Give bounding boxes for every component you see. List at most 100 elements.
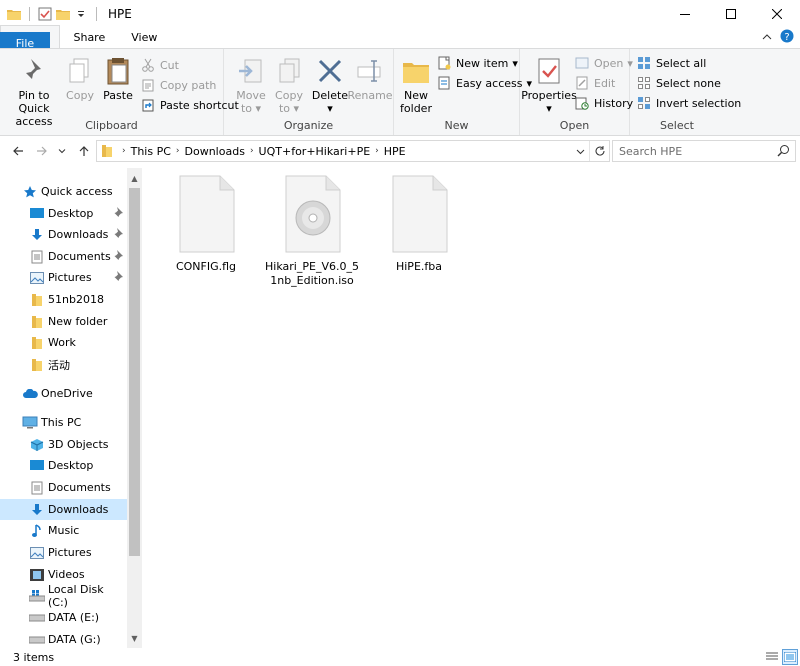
nav-quick-access[interactable]: Quick access: [0, 181, 127, 202]
maximize-button[interactable]: [708, 0, 754, 28]
documents-icon: [29, 480, 45, 496]
maximize-icon: [726, 9, 736, 19]
up-button[interactable]: [76, 143, 92, 159]
new-folder-button[interactable]: New folder: [398, 55, 434, 115]
copy-to-button[interactable]: Copy to ▾: [270, 55, 308, 115]
nav-new-folder[interactable]: New folder: [0, 311, 127, 332]
divider: [29, 7, 30, 21]
delete-button[interactable]: Delete ▾: [312, 55, 348, 115]
open-button[interactable]: Open ▾: [574, 53, 633, 73]
file-item-hipe[interactable]: HiPE.fba: [371, 174, 467, 274]
breadcrumb-downloads[interactable]: Downloads: [185, 145, 245, 158]
collapse-ribbon-icon[interactable]: [762, 31, 772, 44]
file-item-config[interactable]: CONFIG.flg: [158, 174, 254, 274]
folder-icon: [29, 335, 45, 351]
nav-data-g[interactable]: DATA (G:): [0, 629, 127, 648]
help-icon[interactable]: ?: [780, 29, 794, 46]
search-icon[interactable]: [777, 144, 790, 160]
documents-icon: [29, 249, 45, 265]
pin-to-quick-access-button[interactable]: Pin to Quick access: [4, 55, 64, 128]
large-icons-view-button[interactable]: [782, 649, 798, 665]
divider: [96, 7, 97, 21]
details-view-button[interactable]: [764, 649, 780, 665]
nav-3d-objects[interactable]: 3D Objects: [0, 434, 127, 455]
pin-icon[interactable]: [113, 207, 123, 220]
file-item-iso[interactable]: Hikari_PE_V6.0_51nb_Edition.iso: [264, 174, 360, 288]
scroll-thumb[interactable]: [129, 188, 140, 556]
close-button[interactable]: [754, 0, 800, 28]
new-item-button[interactable]: New item ▾: [436, 53, 518, 73]
easy-access-button[interactable]: Easy access ▾: [436, 73, 532, 93]
invert-selection-button[interactable]: Invert selection: [636, 93, 741, 113]
new-folder-icon[interactable]: [55, 6, 71, 22]
customize-dropdown-icon[interactable]: [73, 6, 89, 22]
breadcrumb-chevron-icon[interactable]: ›: [176, 146, 180, 156]
tab-share[interactable]: Share: [60, 26, 118, 48]
properties-icon: [533, 55, 565, 87]
paste-button[interactable]: Paste: [100, 55, 136, 102]
nav-pc-pictures[interactable]: Pictures: [0, 542, 127, 563]
recent-locations-button[interactable]: [54, 143, 70, 159]
breadcrumb-chevron-icon[interactable]: ›: [122, 146, 126, 156]
disc-image-icon: [285, 175, 341, 253]
computer-icon: [22, 415, 38, 431]
pin-icon[interactable]: [113, 271, 123, 284]
select-all-button[interactable]: Select all: [636, 53, 706, 73]
scroll-down-icon[interactable]: ▼: [127, 630, 142, 646]
pin-icon[interactable]: [113, 228, 123, 241]
cut-button[interactable]: Cut: [140, 55, 179, 75]
breadcrumb-uqt-folder[interactable]: UQT+for+Hikari+PE: [259, 145, 371, 158]
folder-icon: [29, 314, 45, 330]
nav-scrollbar[interactable]: ▲ ▼: [127, 168, 142, 648]
nav-downloads[interactable]: Downloads: [0, 224, 127, 245]
edit-button[interactable]: Edit: [574, 73, 615, 93]
nav-pc-desktop[interactable]: Desktop: [0, 455, 127, 476]
nav-local-disk-c[interactable]: Local Disk (C:): [0, 583, 127, 609]
rename-button[interactable]: Rename: [347, 55, 393, 102]
nav-documents[interactable]: Documents: [0, 246, 127, 267]
nav-pc-downloads[interactable]: Downloads: [0, 499, 127, 520]
breadcrumb-hpe[interactable]: HPE: [384, 145, 406, 158]
windows-drive-icon: [29, 588, 45, 604]
properties-icon[interactable]: [37, 6, 53, 22]
search-input[interactable]: Search HPE: [612, 140, 796, 162]
scroll-up-icon[interactable]: ▲: [127, 170, 142, 186]
breadcrumb-this-pc[interactable]: This PC: [131, 145, 171, 158]
desktop-icon: [29, 458, 45, 474]
film-icon: [29, 567, 45, 583]
copy-button[interactable]: Copy: [64, 55, 96, 102]
tab-view[interactable]: View: [118, 26, 170, 48]
breadcrumb-chevron-icon[interactable]: ›: [250, 146, 254, 156]
pictures-icon: [29, 545, 45, 561]
nav-folder-51nb2018[interactable]: 51nb2018: [0, 289, 127, 310]
address-bar[interactable]: › This PC › Downloads › UQT+for+Hikari+P…: [96, 140, 610, 162]
nav-desktop[interactable]: Desktop: [0, 203, 127, 224]
rename-icon: [354, 55, 386, 87]
nav-this-pc[interactable]: This PC: [0, 412, 127, 433]
nav-music[interactable]: Music: [0, 520, 127, 541]
drive-icon: [29, 610, 45, 626]
nav-data-e[interactable]: DATA (E:): [0, 607, 127, 628]
refresh-button[interactable]: [589, 141, 609, 161]
address-dropdown-button[interactable]: [571, 141, 589, 161]
nav-pc-documents[interactable]: Documents: [0, 477, 127, 498]
nav-work[interactable]: Work: [0, 332, 127, 353]
history-icon: [574, 95, 590, 111]
drive-icon: [29, 632, 45, 648]
properties-button[interactable]: Properties ▾: [521, 55, 577, 115]
select-none-button[interactable]: Select none: [636, 73, 721, 93]
back-arrow-icon: [13, 146, 23, 156]
pin-icon[interactable]: [113, 250, 123, 263]
forward-button[interactable]: [34, 143, 50, 159]
copy-path-button[interactable]: Copy path: [140, 75, 216, 95]
history-button[interactable]: History: [574, 93, 633, 113]
nav-activity[interactable]: 活动: [0, 354, 127, 375]
pictures-icon: [29, 270, 45, 286]
minimize-button[interactable]: [662, 0, 708, 28]
move-to-button[interactable]: Move to ▾: [232, 55, 270, 115]
nav-pictures[interactable]: Pictures: [0, 267, 127, 288]
back-button[interactable]: [10, 143, 26, 159]
nav-onedrive[interactable]: OneDrive: [0, 383, 127, 404]
breadcrumb-chevron-icon[interactable]: ›: [375, 146, 379, 156]
open-group: Properties ▾ Open ▾ Edit History Open: [520, 49, 633, 135]
